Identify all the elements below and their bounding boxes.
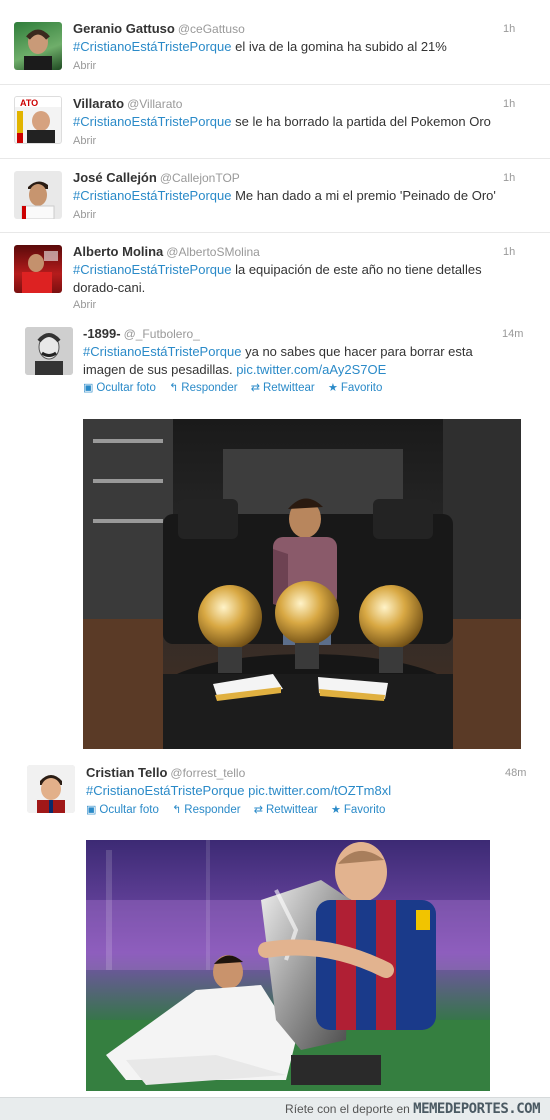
avatar-cartoon-icon <box>27 765 75 813</box>
avatar-referee-icon: ATO <box>15 97 61 143</box>
photo-link[interactable]: pic.twitter.com/tOZTm8xl <box>244 783 391 798</box>
expand-link[interactable]: Abrir <box>73 209 96 221</box>
user-name[interactable]: Geranio Gattuso <box>73 21 175 36</box>
user-name[interactable]: Alberto Molina <box>73 244 163 259</box>
user-name[interactable]: Cristian Tello <box>86 765 167 780</box>
photo-link[interactable]: pic.twitter.com/aAy2S7OE <box>236 362 386 377</box>
avatar[interactable]: ATO <box>14 96 62 144</box>
avatar-player-icon <box>21 181 55 219</box>
tweet-text: #CristianoEstáTristePorque pic.twitter.c… <box>86 782 526 800</box>
action-label: Retwittear <box>262 382 315 394</box>
tweet-6[interactable]: Cristian Tello @forrest_tello 48m #Cristi… <box>0 755 550 1095</box>
tweet-body: se le ha borrado la partida del Pokemon … <box>231 114 491 129</box>
tweet-body-line-2: dorado-cani. <box>73 280 146 295</box>
user-name[interactable]: Villarato <box>73 96 124 111</box>
user-name[interactable]: -1899- <box>83 326 121 341</box>
tweet-time[interactable]: 48m <box>505 767 526 779</box>
photo-icon: ▣ <box>86 804 97 816</box>
photo-icon: ▣ <box>83 382 94 394</box>
user-handle[interactable]: @forrest_tello <box>170 766 245 780</box>
action-label: Responder <box>184 804 241 816</box>
avatar[interactable] <box>14 171 62 219</box>
hashtag-link[interactable]: #CristianoEstáTristePorque <box>73 262 231 277</box>
avatar-portrait-icon <box>24 29 52 70</box>
tweet-time[interactable]: 14m <box>502 328 523 340</box>
reply-icon: ↰ <box>169 382 179 394</box>
star-icon: ★ <box>330 804 341 816</box>
user-handle[interactable]: @CallejonTOP <box>160 171 240 185</box>
tweet-actions: ▣ Ocultar foto ↰ Responder ⇄ Retwittear ★ Fa… <box>83 381 392 394</box>
avatar[interactable] <box>14 245 62 293</box>
retweet-action[interactable]: ⇄ Retwittear <box>254 804 318 816</box>
expand-link[interactable]: Abrir <box>73 299 96 311</box>
tweet-text: #CristianoEstáTristePorque Me han dado a… <box>73 187 533 205</box>
tweet-text: #CristianoEstáTristePorque se le ha borr… <box>73 113 533 131</box>
avatar-player-icon <box>22 251 58 293</box>
tweet-body: la equipación de este año no tiene detal… <box>231 262 482 277</box>
tweet-time[interactable]: 1h <box>503 98 515 110</box>
action-label: Ocultar foto <box>99 804 159 816</box>
star-icon: ★ <box>327 382 338 394</box>
tweet-photo[interactable] <box>86 840 490 1091</box>
avatar[interactable] <box>25 327 73 375</box>
trophy-celebration-photo <box>86 840 490 1091</box>
hide-photo-action[interactable]: ▣ Ocultar foto <box>86 804 159 816</box>
tweet-body: el iva de la gomina ha subido al 21% <box>231 39 447 54</box>
reply-icon: ↰ <box>172 804 182 816</box>
tweet-body: Me han dado a mi el premio 'Peinado de O… <box>231 188 496 203</box>
tweet-time[interactable]: 1h <box>503 23 515 35</box>
hashtag-link[interactable]: #CristianoEstáTristePorque <box>83 344 241 359</box>
tweet-1[interactable]: Geranio Gattuso @ceGattuso 1h #CristianoE… <box>0 10 550 85</box>
action-label: Favorito <box>340 382 383 394</box>
avatar[interactable] <box>27 765 75 813</box>
footer-prefix: Ríete con el deporte en <box>285 1102 414 1116</box>
action-label: Retwittear <box>265 804 318 816</box>
expand-link[interactable]: Abrir <box>73 60 96 72</box>
retweet-icon: ⇄ <box>250 382 260 394</box>
user-handle[interactable]: @_Futbolero_ <box>124 327 200 341</box>
hide-photo-action[interactable]: ▣ Ocultar foto <box>83 382 156 394</box>
tweet-5[interactable]: -1899- @_Futbolero_ 14m #CristianoEstáTri… <box>0 319 550 755</box>
user-handle[interactable]: @AlbertoSMolina <box>166 245 260 259</box>
footer-text: Ríete con el deporte en MEMEDEPORTES.COM <box>285 1101 540 1117</box>
brand-logo[interactable]: MEMEDEPORTES.COM <box>413 1101 540 1117</box>
avatar[interactable] <box>14 22 62 70</box>
user-name[interactable]: José Callejón <box>73 170 157 185</box>
retweet-icon: ⇄ <box>253 804 263 816</box>
tweet-body: ya no sabes que hacer para borrar esta <box>241 344 473 359</box>
user-handle[interactable]: @Villarato <box>127 97 182 111</box>
tweet-3[interactable]: José Callejón @CallejonTOP 1h #CristianoE… <box>0 159 550 233</box>
retweet-action[interactable]: ⇄ Retwittear <box>251 382 315 394</box>
avatar-vintage-portrait-icon <box>25 327 73 375</box>
tweet-time[interactable]: 1h <box>503 172 515 184</box>
action-label: Responder <box>181 382 238 394</box>
tweet-4[interactable]: Alberto Molina @AlbertoSMolina 1h #Cristi… <box>0 233 550 319</box>
tweet-text: #CristianoEstáTristePorque el iva de la … <box>73 38 533 56</box>
expand-link[interactable]: Abrir <box>73 135 96 147</box>
hashtag-link[interactable]: #CristianoEstáTristePorque <box>73 114 231 129</box>
hashtag-link[interactable]: #CristianoEstáTristePorque <box>86 783 244 798</box>
reply-action[interactable]: ↰ Responder <box>172 804 240 816</box>
user-handle[interactable]: @ceGattuso <box>178 22 245 36</box>
action-label: Favorito <box>343 804 386 816</box>
action-label: Ocultar foto <box>96 382 156 394</box>
tweet-2[interactable]: ATO Villarato @Villarato 1h #CristianoEst… <box>0 85 550 159</box>
hashtag-link[interactable]: #CristianoEstáTristePorque <box>73 188 231 203</box>
watermark-footer: Ríete con el deporte en MEMEDEPORTES.COM <box>0 1097 550 1120</box>
tweet-text: #CristianoEstáTristePorque ya no sabes q… <box>83 343 523 379</box>
trophy-room-photo <box>83 419 521 749</box>
tweet-photo[interactable] <box>83 419 521 749</box>
tweet-text: #CristianoEstáTristePorque la equipación… <box>73 261 533 297</box>
favorite-action[interactable]: ★ Favorito <box>331 804 385 816</box>
svg-text:ATO: ATO <box>20 98 38 108</box>
tweet-body-line-2: imagen de sus pesadillas. <box>83 362 237 377</box>
hashtag-link[interactable]: #CristianoEstáTristePorque <box>73 39 231 54</box>
tweet-time[interactable]: 1h <box>503 246 515 258</box>
favorite-action[interactable]: ★ Favorito <box>328 382 382 394</box>
tweet-actions: ▣ Ocultar foto ↰ Responder ⇄ Retwittear ★ Fa… <box>86 803 395 816</box>
reply-action[interactable]: ↰ Responder <box>169 382 237 394</box>
